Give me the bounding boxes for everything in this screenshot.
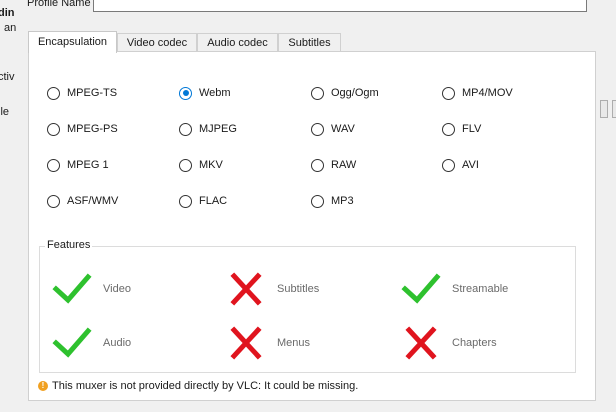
radio-option-avi[interactable]: AVI bbox=[442, 157, 479, 173]
radio-option-mpeg-ts[interactable]: MPEG-TS bbox=[47, 85, 117, 101]
bg-fragment-3: ctiv bbox=[0, 71, 15, 83]
radio-button[interactable] bbox=[311, 158, 324, 172]
radio-option-flv[interactable]: FLV bbox=[442, 121, 481, 137]
radio-option-raw[interactable]: RAW bbox=[311, 157, 356, 173]
radio-button[interactable] bbox=[47, 194, 60, 208]
bg-fragment-1: din bbox=[0, 7, 15, 19]
radio-option-webm[interactable]: Webm bbox=[179, 85, 231, 101]
feature-chapters: Chapters bbox=[401, 325, 497, 361]
encapsulation-panel: MPEG-TS Webm Ogg/Ogm MP4/MOV MPEG-PS MJPEG WAV… bbox=[28, 51, 596, 401]
radio-option-flac[interactable]: FLAC bbox=[179, 193, 227, 209]
radio-label: ASF/WMV bbox=[67, 195, 119, 207]
radio-label: MPEG-PS bbox=[67, 123, 118, 135]
radio-label: Webm bbox=[199, 87, 231, 99]
radio-option-mpeg-ps[interactable]: MPEG-PS bbox=[47, 121, 118, 137]
tab-video-codec[interactable]: Video codec bbox=[117, 33, 197, 52]
radio-label: MP4/MOV bbox=[462, 87, 513, 99]
radio-option-mp3[interactable]: MP3 bbox=[311, 193, 354, 209]
features-group: Features Video Subtitles Streamable Audio Me… bbox=[39, 239, 576, 373]
bg-fragment-2: an bbox=[4, 22, 17, 34]
radio-button[interactable] bbox=[442, 122, 455, 136]
radio-label: FLAC bbox=[199, 195, 228, 207]
feature-audio: Audio bbox=[52, 325, 131, 361]
cross-icon bbox=[405, 326, 437, 360]
features-title: Features bbox=[45, 239, 93, 251]
cross-icon bbox=[230, 272, 262, 306]
feature-streamable: Streamable bbox=[401, 271, 508, 307]
profile-name-label: Profile Name bbox=[27, 0, 91, 9]
radio-option-asf-wmv[interactable]: ASF/WMV bbox=[47, 193, 118, 209]
radio-button[interactable] bbox=[179, 86, 192, 100]
radio-label: MPEG 1 bbox=[67, 159, 109, 171]
info-icon: ! bbox=[38, 381, 48, 391]
feature-label: Audio bbox=[103, 337, 132, 349]
radio-button[interactable] bbox=[442, 86, 455, 100]
radio-button[interactable] bbox=[311, 86, 324, 100]
feature-label: Subtitles bbox=[277, 283, 320, 295]
radio-label: Ogg/Ogm bbox=[331, 87, 379, 99]
bg-fragment-4: ile bbox=[0, 106, 10, 118]
feature-label: Menus bbox=[277, 337, 311, 349]
feature-label: Chapters bbox=[452, 337, 497, 349]
radio-option-mpeg-1[interactable]: MPEG 1 bbox=[47, 157, 109, 173]
radio-button[interactable] bbox=[47, 158, 60, 172]
radio-button[interactable] bbox=[179, 194, 192, 208]
radio-button[interactable] bbox=[442, 158, 455, 172]
radio-label: FLV bbox=[462, 123, 482, 135]
radio-option-mkv[interactable]: MKV bbox=[179, 157, 223, 173]
feature-label: Streamable bbox=[452, 283, 509, 295]
side-button-2[interactable] bbox=[612, 100, 616, 118]
radio-option-mp4-mov[interactable]: MP4/MOV bbox=[442, 85, 513, 101]
muxer-note-text: This muxer is not provided directly by V… bbox=[52, 380, 359, 392]
radio-label: RAW bbox=[331, 159, 357, 171]
radio-button[interactable] bbox=[311, 122, 324, 136]
side-button[interactable] bbox=[600, 100, 608, 118]
radio-label: MJPEG bbox=[199, 123, 237, 135]
radio-label: MKV bbox=[199, 159, 223, 171]
feature-menus: Menus bbox=[226, 325, 310, 361]
check-icon bbox=[52, 273, 92, 304]
feature-label: Video bbox=[103, 283, 131, 295]
radio-label: MP3 bbox=[331, 195, 354, 207]
profile-name-input[interactable] bbox=[93, 0, 587, 12]
tab-encapsulation[interactable]: Encapsulation bbox=[28, 31, 117, 53]
radio-option-wav[interactable]: WAV bbox=[311, 121, 355, 137]
radio-button[interactable] bbox=[47, 86, 60, 100]
radio-label: MPEG-TS bbox=[67, 87, 118, 99]
feature-subtitles: Subtitles bbox=[226, 271, 319, 307]
radio-option-ogg-ogm[interactable]: Ogg/Ogm bbox=[311, 85, 379, 101]
radio-label: WAV bbox=[331, 123, 355, 135]
check-icon bbox=[401, 273, 441, 304]
radio-label: AVI bbox=[462, 159, 479, 171]
radio-option-mjpeg[interactable]: MJPEG bbox=[179, 121, 237, 137]
tab-audio-codec[interactable]: Audio codec bbox=[197, 33, 278, 52]
check-icon bbox=[52, 327, 92, 358]
radio-button[interactable] bbox=[179, 122, 192, 136]
radio-button[interactable] bbox=[179, 158, 192, 172]
tab-subtitles[interactable]: Subtitles bbox=[278, 33, 341, 52]
muxer-note: ! This muxer is not provided directly by… bbox=[38, 380, 358, 392]
radio-button[interactable] bbox=[47, 122, 60, 136]
feature-video: Video bbox=[52, 271, 131, 307]
cross-icon bbox=[230, 326, 262, 360]
radio-button[interactable] bbox=[311, 194, 324, 208]
